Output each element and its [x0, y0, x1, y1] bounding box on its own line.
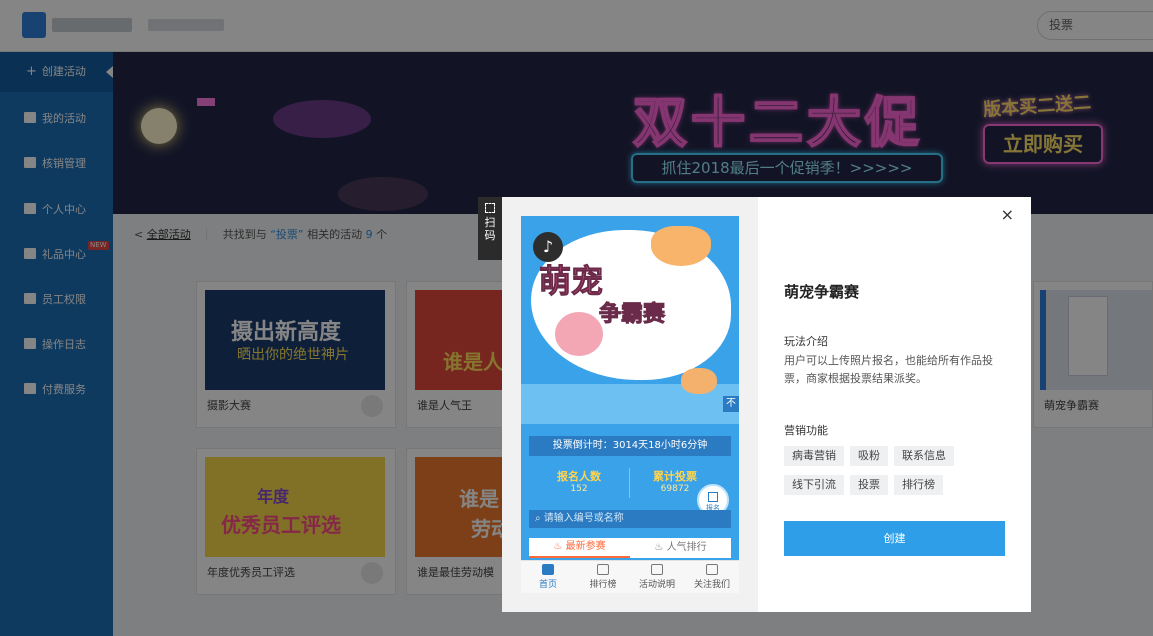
nav-ranking[interactable]: 排行榜 [576, 564, 630, 590]
preview-bottom-nav: 首页 排行榜 活动说明 关注我们 [521, 560, 739, 593]
nav-label: 排行榜 [589, 580, 617, 590]
scan-icon [485, 203, 495, 213]
nav-label: 首页 [538, 580, 557, 590]
feature-chip: 吸粉 [850, 446, 888, 466]
dog-illustration [651, 226, 711, 266]
tab-latest[interactable]: ♨ 最新参赛 [529, 538, 630, 558]
fire-icon: ♨ [553, 541, 563, 552]
corgi-illustration [681, 368, 717, 394]
home-icon [542, 564, 554, 575]
phone-preview[interactable]: ♪ 萌宠 争霸赛 不 投票倒计时：3014天18小时6分钟 报名人数 152 累… [521, 216, 739, 593]
bar-chart-icon [597, 564, 609, 575]
scan-qr-tab[interactable]: 扫 码 [478, 197, 502, 260]
follow-icon [706, 564, 718, 575]
feature-chip: 排行榜 [894, 475, 943, 495]
flame-icon: ♨ [654, 542, 664, 553]
nav-home[interactable]: 首页 [521, 564, 575, 590]
signup-count-stat: 报名人数 152 [539, 468, 619, 494]
intro-heading: 玩法介绍 [784, 335, 828, 348]
nav-follow[interactable]: 关注我们 [685, 564, 739, 590]
nav-description[interactable]: 活动说明 [630, 564, 684, 590]
marketing-heading: 营销功能 [784, 424, 828, 437]
feature-chip: 投票 [850, 475, 888, 495]
scan-label: 码 [484, 229, 496, 242]
tab-label: 人气排行 [666, 542, 707, 553]
search-icon: ⌕ [535, 513, 541, 524]
preview-search-input[interactable]: ⌕ 请输入编号或名称 [529, 510, 731, 528]
signup-icon [708, 492, 718, 502]
nav-label: 关注我们 [693, 580, 730, 590]
pig-illustration [555, 312, 603, 356]
feature-chip: 线下引流 [784, 475, 844, 495]
close-icon[interactable]: × [1001, 205, 1014, 224]
feature-chips: 病毒营销 吸粉 联系信息线下引流 投票 排行榜 [784, 446, 1014, 504]
tab-label: 最新参赛 [565, 541, 606, 552]
document-icon [651, 564, 663, 575]
nav-label: 活动说明 [638, 580, 675, 590]
mobile-preview-pane: ♪ 萌宠 争霸赛 不 投票倒计时：3014天18小时6分钟 报名人数 152 累… [502, 197, 758, 612]
preview-subtitle: 争霸赛 [598, 302, 666, 328]
scan-label: 扫 [484, 216, 496, 229]
vote-countdown: 投票倒计时：3014天18小时6分钟 [529, 436, 731, 456]
activity-preview-modal: ♪ 萌宠 争霸赛 不 投票倒计时：3014天18小时6分钟 报名人数 152 累… [502, 197, 1031, 612]
stat-value: 152 [570, 484, 588, 494]
activity-detail: × 萌宠争霸赛 玩法介绍 用户可以上传照片报名，也能给所有作品投票，商家根据投票… [784, 197, 1024, 612]
search-placeholder: 请输入编号或名称 [543, 513, 624, 524]
preview-tabs: ♨ 最新参赛 ♨ 人气排行 [529, 538, 731, 558]
stat-label: 累计投票 [653, 470, 697, 483]
tab-popular[interactable]: ♨ 人气排行 [630, 538, 731, 558]
preview-title: 萌宠 [538, 262, 604, 301]
intro-text: 用户可以上传照片报名，也能给所有作品投票，商家根据投票结果派奖。 [784, 354, 993, 385]
feature-chip: 病毒营销 [784, 446, 844, 466]
create-button[interactable]: 创建 [784, 521, 1005, 556]
feature-chip: 联系信息 [894, 446, 954, 466]
stat-label: 报名人数 [557, 470, 601, 483]
corner-tag: 不 [723, 396, 739, 412]
activity-title: 萌宠争霸赛 [784, 283, 860, 301]
